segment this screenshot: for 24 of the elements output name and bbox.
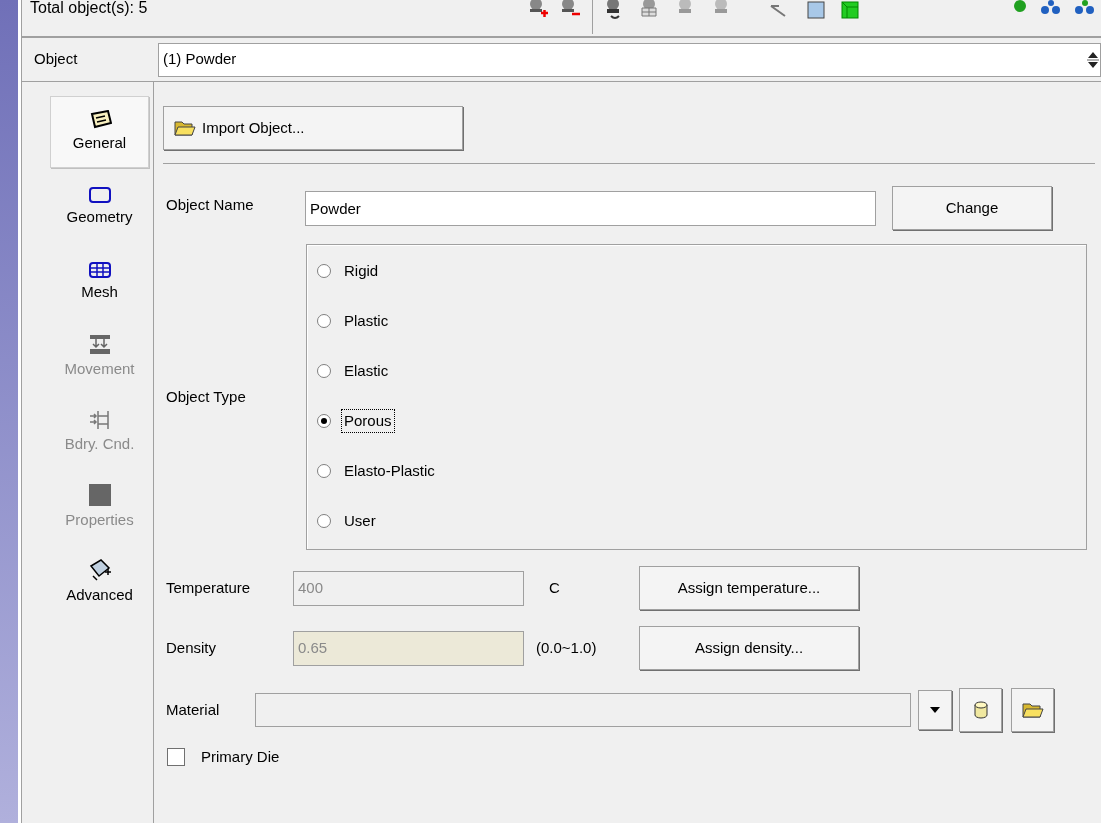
radio-label: Porous — [341, 408, 395, 434]
radio-label: Plastic — [343, 310, 390, 331]
primary-die-label: Primary Die — [201, 747, 280, 767]
sidebar-tab[interactable]: Advanced — [50, 546, 149, 618]
radio-label: Elastic — [343, 360, 390, 381]
sidebar-tab[interactable]: General — [50, 96, 149, 168]
sidebar-tab[interactable]: Geometry — [50, 171, 149, 243]
temperature-label: Temperature — [165, 577, 252, 598]
change-button[interactable]: Change — [892, 186, 1052, 230]
object-label: Object — [33, 49, 79, 70]
sidebar-tab[interactable]: Mesh — [50, 246, 149, 318]
radio-label: Elasto-Plastic — [343, 460, 436, 481]
material-label: Material — [165, 699, 221, 720]
radio-label: Rigid — [343, 260, 380, 281]
density-label: Density — [165, 637, 218, 658]
object-name-field[interactable]: Powder — [305, 190, 876, 226]
object-dropdown[interactable]: (1) Powder — [158, 42, 1101, 77]
object-count-label: Total object(s): 5 — [30, 0, 148, 18]
import-object-button[interactable]: Import Object... — [163, 106, 463, 150]
unit-label: (0.0~1.0) — [536, 637, 598, 658]
object-type-label: Object Type — [165, 386, 247, 407]
object-name-label: Object Name — [165, 194, 255, 215]
unit-label: C — [549, 577, 561, 598]
radio-label: User — [343, 510, 377, 531]
